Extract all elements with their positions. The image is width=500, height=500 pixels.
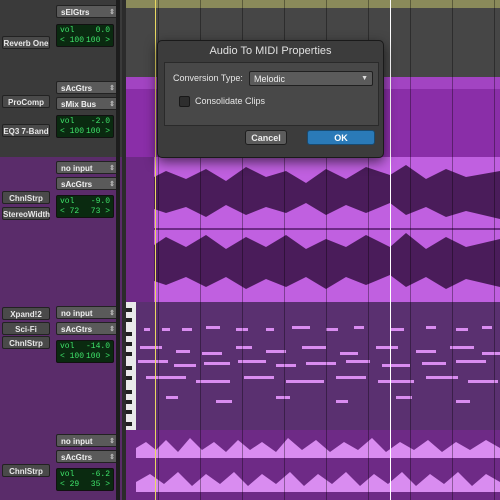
input-selector[interactable]: no input ⇕ (56, 161, 118, 174)
pan-right: 73 > (90, 207, 110, 216)
pan-right: 35 > (90, 480, 110, 489)
chevron-updown-icon: ⇕ (109, 85, 115, 92)
vol-value: -2.0 (90, 117, 110, 126)
track-strip-3: ChnlStrp StereoWidth no input ⇕ sAcGtrs ⇕ … (0, 157, 122, 304)
conversion-type-select[interactable]: Melodic ▼ (249, 71, 373, 86)
output-label: sAcGtrs (61, 325, 93, 334)
plugin-insert[interactable]: Xpand!2 (2, 307, 50, 320)
chevron-updown-icon: ⇕ (109, 165, 115, 172)
dialog-panel: Conversion Type: Melodic ▼ Consolidate C… (164, 62, 379, 126)
volume-pan-display[interactable]: vol 0.0 < 100 100 > (56, 24, 114, 47)
pan-left: < 100 (60, 36, 85, 45)
vol-value: -14.0 (85, 342, 110, 351)
vol-label: vol (60, 342, 75, 351)
volume-pan-display[interactable]: vol -2.0 < 100 100 > (56, 115, 114, 138)
plugin-insert[interactable]: Sci-Fi (2, 322, 50, 335)
pan-left: < 100 (60, 352, 85, 361)
input-selector[interactable]: sAcGtrs ⇕ (56, 81, 118, 94)
vol-label: vol (60, 26, 75, 35)
grid-line (410, 0, 411, 500)
chevron-updown-icon: ⇕ (109, 181, 115, 188)
volume-pan-display[interactable]: vol -9.0 < 72 73 > (56, 195, 114, 218)
output-label: sAcGtrs (61, 180, 93, 189)
audio-waveform (154, 157, 500, 302)
output-selector[interactable]: sMix Bus ⇕ (56, 97, 118, 110)
plugin-insert[interactable]: ChnlStrp (2, 191, 50, 204)
track-lane-5[interactable] (126, 430, 500, 500)
output-label: sElGtrs (61, 8, 90, 17)
track-lane-4[interactable] (126, 302, 500, 430)
pan-left: < 29 (60, 480, 80, 489)
volume-pan-display[interactable]: vol -14.0 < 100 100 > (56, 340, 114, 363)
vol-label: vol (60, 117, 75, 126)
audio-to-midi-dialog: Audio To MIDI Properties Conversion Type… (157, 40, 384, 158)
conversion-type-value: Melodic (254, 74, 286, 84)
conversion-type-label: Conversion Type: (173, 73, 243, 83)
midi-notes (126, 302, 500, 430)
grid-line (452, 0, 453, 500)
chevron-updown-icon: ⇕ (109, 438, 115, 445)
chevron-down-icon: ▼ (361, 75, 368, 82)
plugin-insert[interactable]: Reverb One (2, 36, 50, 49)
volume-pan-display[interactable]: vol -6.2 < 29 35 > (56, 468, 114, 491)
audio-waveform (136, 438, 500, 492)
input-selector[interactable]: no input ⇕ (56, 306, 118, 319)
plugin-insert[interactable]: ChnlStrp (2, 464, 50, 477)
vol-label: vol (60, 470, 75, 479)
chevron-updown-icon: ⇕ (109, 101, 115, 108)
pan-left: < 100 (60, 127, 85, 136)
plugin-insert[interactable]: ProComp (2, 95, 50, 108)
consolidate-clips-checkbox[interactable] (179, 96, 190, 107)
input-label: no input (61, 164, 93, 173)
plugin-insert[interactable]: ChnlStrp (2, 336, 50, 349)
plugin-insert[interactable]: StereoWidth (2, 207, 50, 220)
input-label: no input (61, 309, 93, 318)
track-divider[interactable] (122, 0, 126, 500)
output-selector[interactable]: sAcGtrs ⇕ (56, 322, 118, 335)
level-meter (116, 0, 120, 500)
consolidate-clips-label: Consolidate Clips (195, 96, 266, 106)
vol-value: -6.2 (90, 470, 110, 479)
dialog-title: Audio To MIDI Properties (209, 45, 332, 57)
chevron-updown-icon: ⇕ (109, 310, 115, 317)
timeline-ruler[interactable] (126, 0, 500, 8)
output-label: sMix Bus (61, 100, 97, 109)
pan-right: 100 > (85, 36, 110, 45)
grid-line (494, 0, 495, 500)
chevron-updown-icon: ⇕ (109, 326, 115, 333)
input-label: no input (61, 437, 93, 446)
edit-cursor-line (390, 0, 391, 500)
pro-tools-edit-window: Reverb One sElGtrs ⇕ vol 0.0 < 100 100 > … (0, 0, 500, 500)
output-label: sAcGtrs (61, 453, 93, 462)
track-strip-2: ProComp EQ3 7-Band sAcGtrs ⇕ sMix Bus ⇕ vo… (0, 77, 122, 159)
vol-value: -9.0 (90, 197, 110, 206)
cancel-button[interactable]: Cancel (245, 130, 287, 145)
vol-label: vol (60, 197, 75, 206)
track-lane-3[interactable] (126, 157, 500, 302)
pan-right: 100 > (85, 352, 110, 361)
ok-button[interactable]: OK (307, 130, 375, 145)
output-selector[interactable]: sAcGtrs ⇕ (56, 177, 118, 190)
output-selector[interactable]: sElGtrs ⇕ (56, 5, 118, 18)
pan-left: < 72 (60, 207, 80, 216)
track-strip-5: ChnlStrp no input ⇕ sAcGtrs ⇕ vol -6.2 < 2… (0, 430, 122, 500)
track-strip-1: Reverb One sElGtrs ⇕ vol 0.0 < 100 100 > (0, 0, 122, 79)
input-selector[interactable]: no input ⇕ (56, 434, 118, 447)
plugin-insert[interactable]: EQ3 7-Band (2, 124, 50, 137)
chevron-updown-icon: ⇕ (109, 9, 115, 16)
input-label: sAcGtrs (61, 84, 93, 93)
pan-right: 100 > (85, 127, 110, 136)
chevron-updown-icon: ⇕ (109, 454, 115, 461)
output-selector[interactable]: sAcGtrs ⇕ (56, 450, 118, 463)
track-strip-4: Xpand!2 Sci-Fi ChnlStrp no input ⇕ sAcGtr… (0, 302, 122, 432)
vol-value: 0.0 (95, 26, 110, 35)
playhead-line[interactable] (155, 0, 156, 500)
